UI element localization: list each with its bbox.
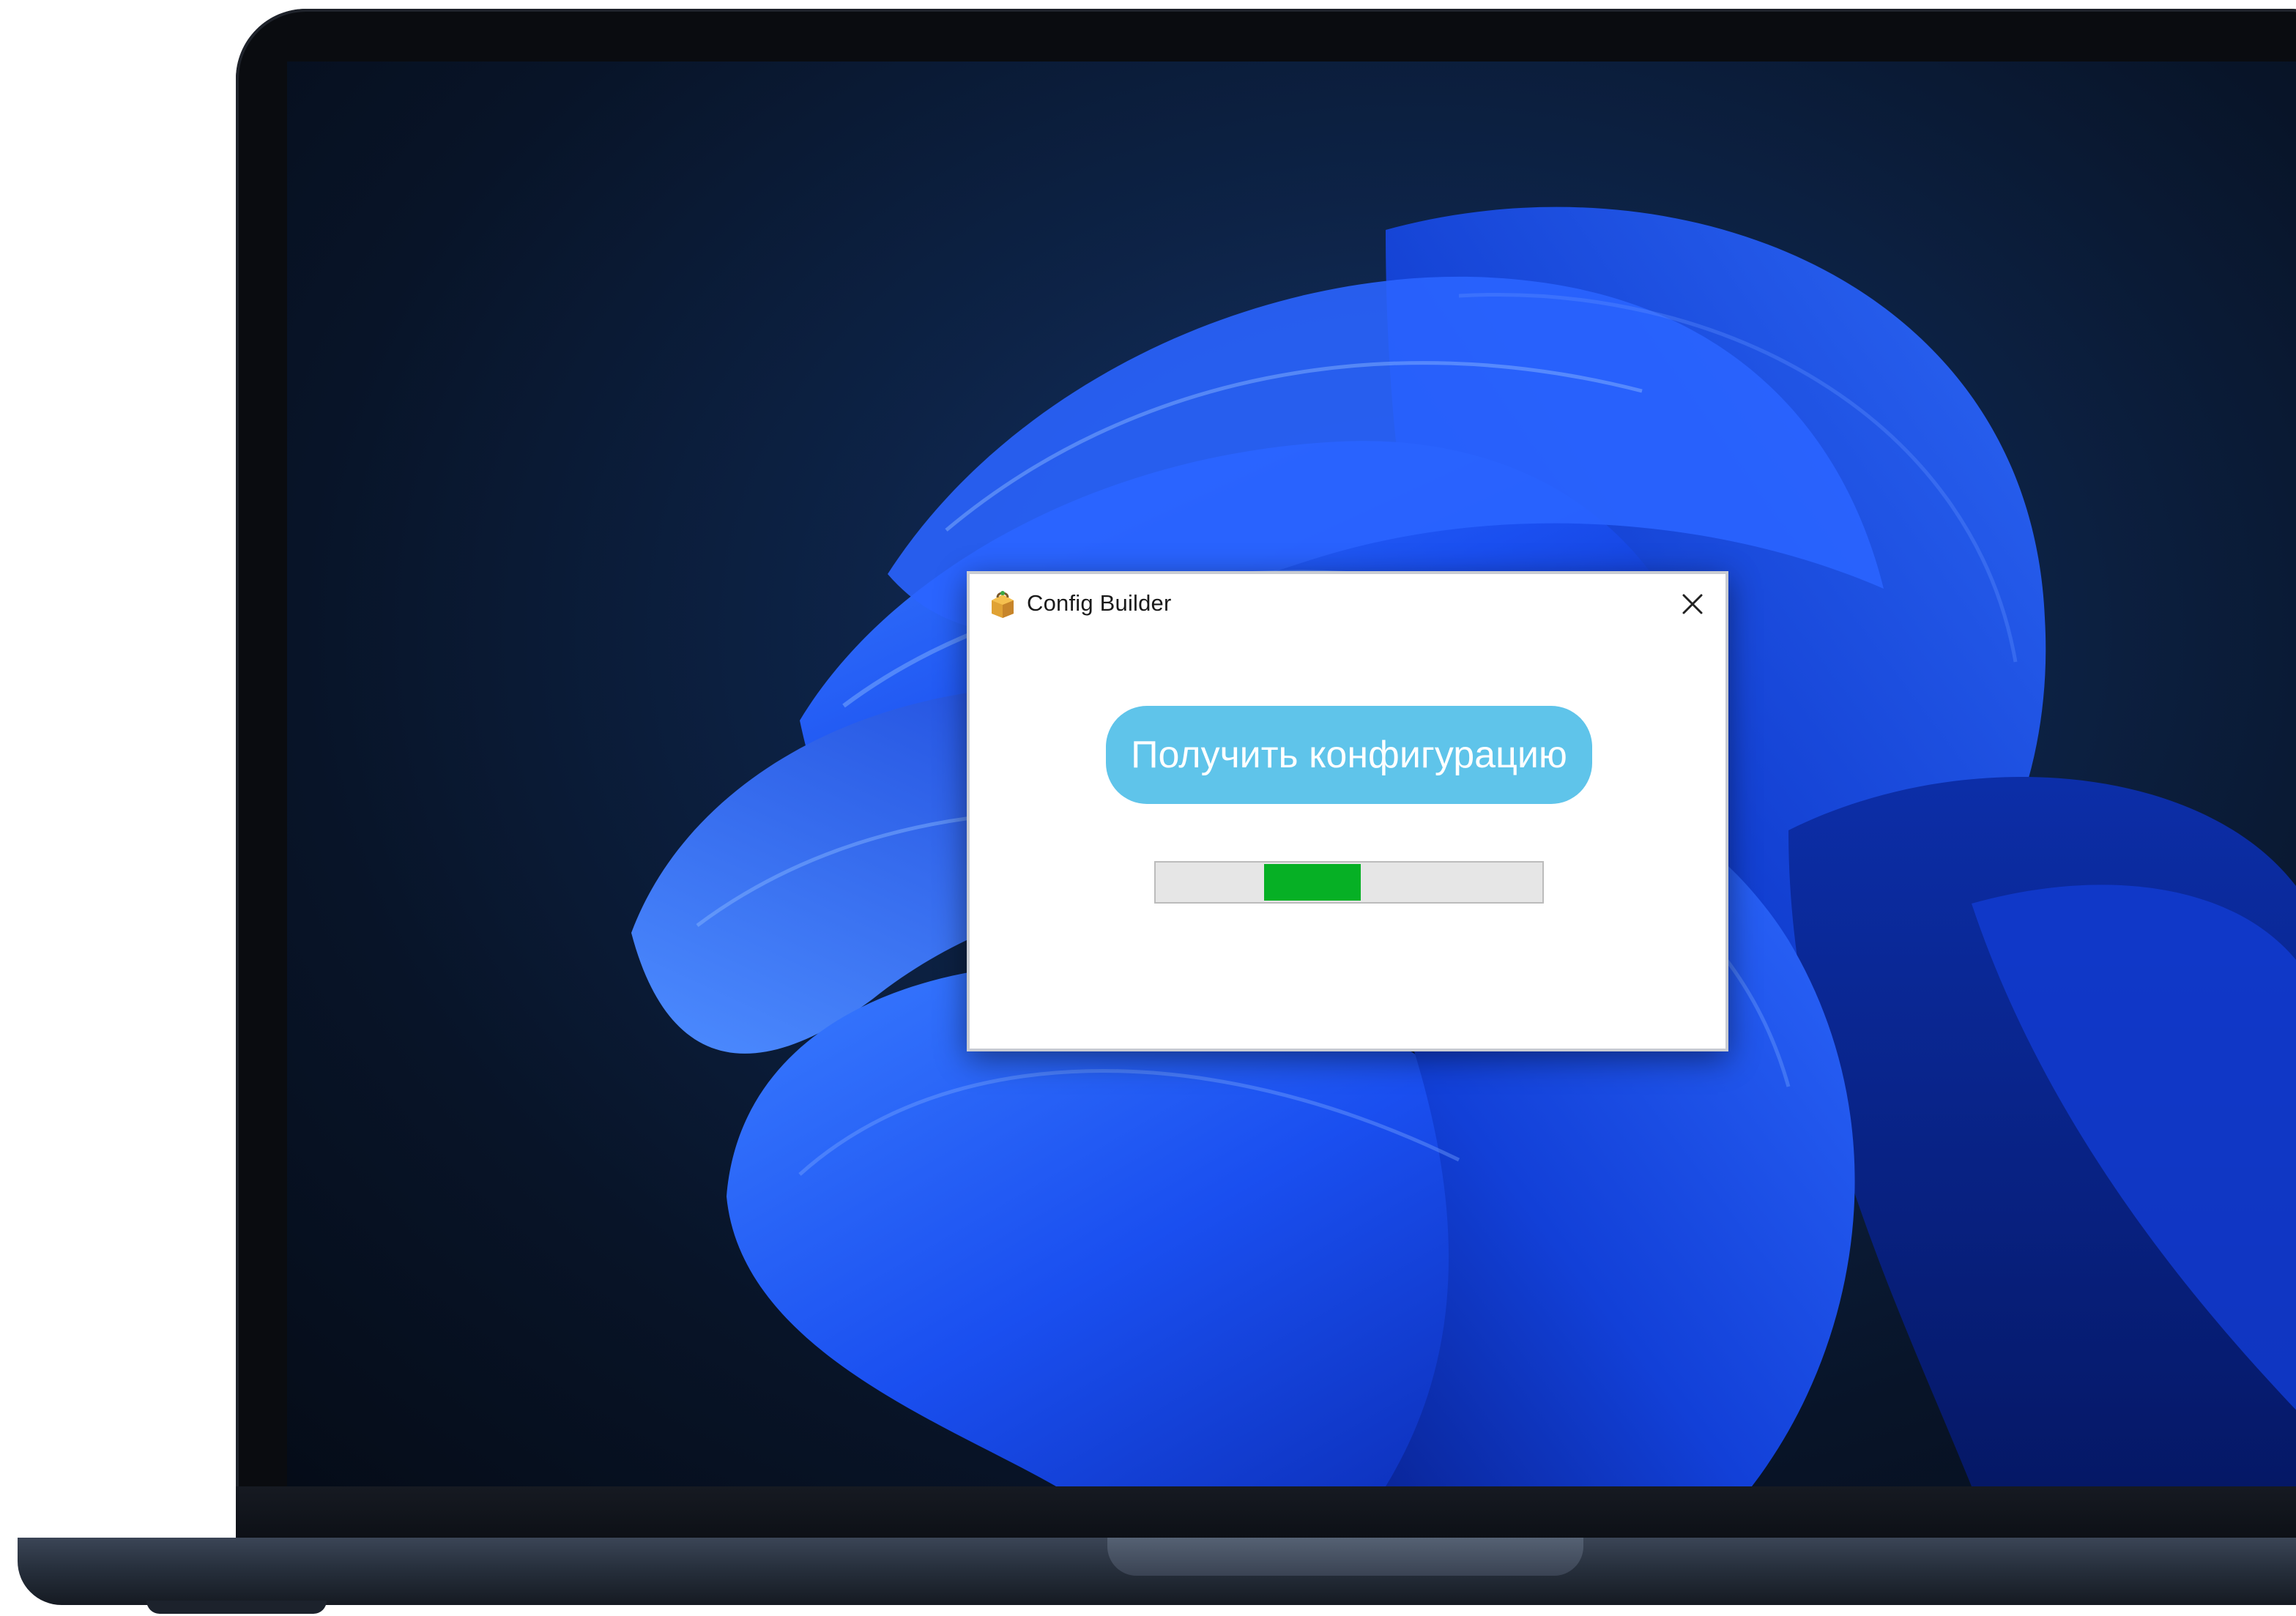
close-button[interactable]: [1670, 581, 1715, 627]
progress-bar-fill: [1263, 864, 1361, 901]
dialog-title: Config Builder: [1027, 590, 1172, 616]
config-builder-dialog: Config Builder Получить конфигурацию: [967, 571, 1728, 1051]
laptop-foot: [146, 1601, 327, 1614]
dialog-titlebar[interactable]: Config Builder: [970, 574, 1725, 637]
laptop-mockup: Config Builder Получить конфигурацию: [0, 0, 2296, 1616]
laptop-opening-notch: [1107, 1538, 1583, 1576]
get-configuration-button[interactable]: Получить конфигурацию: [1106, 706, 1592, 804]
laptop-chin: [236, 1486, 2296, 1544]
progress-bar: [1154, 861, 1544, 904]
package-icon: [992, 591, 1014, 618]
desktop-screen: Config Builder Получить конфигурацию: [287, 62, 2296, 1486]
close-icon: [1682, 594, 1703, 614]
